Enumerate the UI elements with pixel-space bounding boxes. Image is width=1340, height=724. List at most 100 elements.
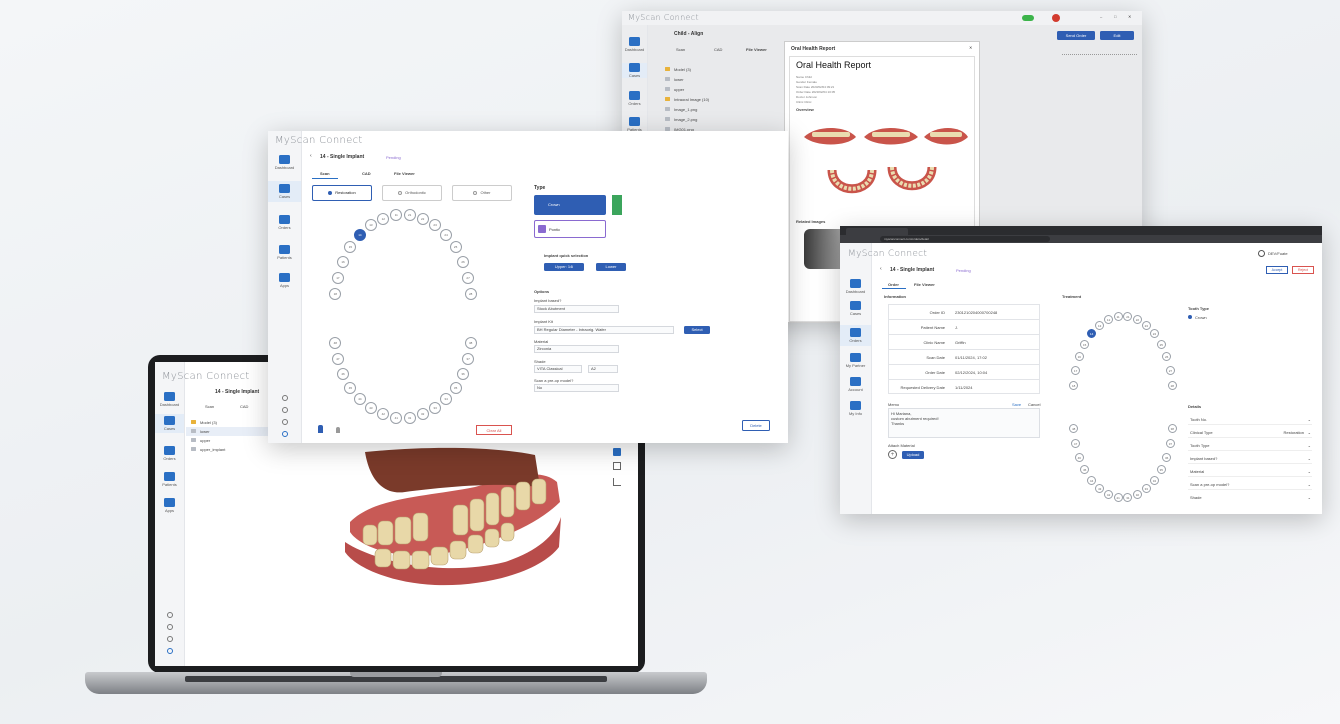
tree-item[interactable]: Image_2.png	[660, 115, 780, 124]
tooth-28[interactable]: 28	[464, 288, 477, 301]
detail-row[interactable]: Scan a pre-op model? ⌄	[1188, 477, 1312, 490]
tooth-34[interactable]: 34	[440, 393, 453, 406]
nav-cases[interactable]: Cases	[840, 301, 871, 316]
tooth-46[interactable]: 46	[1074, 452, 1084, 462]
memo-save[interactable]: Save	[1012, 402, 1021, 407]
reject-button[interactable]: Reject	[1292, 266, 1314, 274]
help-icon[interactable]	[167, 636, 173, 642]
nav-my-info[interactable]: My Info	[840, 401, 871, 416]
nav-orders[interactable]: Orders	[840, 325, 871, 346]
tooth-22[interactable]: 22	[1132, 315, 1142, 325]
nav-orders[interactable]: Orders	[155, 446, 184, 461]
tooth-36[interactable]: 36	[457, 368, 469, 381]
tooth-23[interactable]: 23	[1141, 321, 1151, 330]
detail-row[interactable]: Shade ⌄	[1188, 490, 1312, 503]
case-type-orthodontic[interactable]: Orthodontic	[382, 185, 442, 201]
measure-icon[interactable]	[613, 478, 621, 486]
nav-orders[interactable]: Orders	[622, 91, 647, 106]
sync-icon[interactable]	[167, 624, 173, 630]
implant-lower-button[interactable]: Lower	[596, 263, 626, 271]
nav-my-partner[interactable]: My Partner	[840, 353, 871, 368]
tooth-45[interactable]: 45	[344, 381, 357, 394]
tree-item[interactable]: upper_implant	[186, 445, 276, 454]
tooth-15[interactable]: 15	[344, 241, 357, 254]
fullscreen-icon[interactable]	[613, 462, 621, 470]
accept-button[interactable]: Accept	[1266, 266, 1288, 274]
tooth-17[interactable]: 17	[331, 271, 344, 284]
tab-file-viewer[interactable]: File Viewer	[914, 282, 935, 287]
shade-system-select[interactable]: VITA Classical	[534, 365, 582, 373]
nav-cases[interactable]: Cases	[155, 414, 184, 433]
back-arrow-icon[interactable]: ‹	[310, 153, 312, 159]
memo-textarea[interactable]: Hi Mariana, custom abutment required! Th…	[888, 408, 1040, 438]
tooth-16[interactable]: 16	[1074, 352, 1084, 362]
minimize-icon[interactable]: –	[1100, 14, 1102, 19]
tooth-42[interactable]: 42	[1104, 489, 1114, 499]
person-icon[interactable]	[318, 425, 323, 433]
tooth-32[interactable]: 32	[416, 408, 429, 421]
tooth-22[interactable]: 22	[416, 212, 429, 225]
tree-item[interactable]: lower	[186, 427, 276, 436]
tree-item[interactable]: lower	[660, 75, 780, 84]
tooth-32[interactable]: 32	[1132, 489, 1142, 499]
add-attachment-icon[interactable]: +	[888, 450, 897, 459]
detail-row[interactable]: Material ⌄	[1188, 464, 1312, 477]
tooth-34[interactable]: 34	[1149, 475, 1159, 485]
browser-tab[interactable]	[846, 228, 908, 235]
tooth-48[interactable]: 48	[329, 337, 342, 350]
nav-cases[interactable]: Cases	[622, 63, 647, 78]
sync-icon[interactable]	[282, 407, 288, 413]
tooth-11[interactable]: 11	[390, 209, 403, 222]
tooth-16[interactable]: 16	[337, 255, 349, 268]
tooth-47[interactable]: 47	[331, 353, 344, 366]
material-select[interactable]: Zirconia	[534, 345, 619, 353]
tooth-31[interactable]: 31	[1123, 492, 1133, 502]
tooth-41[interactable]: 41	[390, 411, 403, 424]
select-button[interactable]: Select	[684, 326, 710, 334]
tooth-12[interactable]: 12	[1104, 315, 1114, 325]
tooth-38[interactable]: 38	[464, 337, 477, 350]
tooth-13[interactable]: 13	[364, 219, 377, 232]
case-type-other[interactable]: Other	[452, 185, 512, 201]
tooth-25[interactable]: 25	[449, 241, 462, 254]
implant-based-select[interactable]: Stock Abutment	[534, 305, 619, 313]
tooth-17[interactable]: 17	[1071, 365, 1081, 375]
tooth-25[interactable]: 25	[1156, 339, 1166, 349]
detail-row[interactable]: Clinical Type Restoration ⌄	[1188, 425, 1312, 438]
tab-file-viewer[interactable]: File Viewer	[746, 47, 767, 52]
user-avatar[interactable]	[1258, 250, 1265, 257]
nav-dashboard[interactable]: Dashboard	[840, 279, 871, 294]
tooth-44[interactable]: 44	[1087, 475, 1097, 485]
tooth-43[interactable]: 43	[364, 402, 377, 415]
tab-cad[interactable]: CAD	[714, 47, 722, 52]
tooth-33[interactable]: 33	[1141, 484, 1151, 493]
tooth-43[interactable]: 43	[1095, 484, 1105, 493]
tooth-46[interactable]: 46	[337, 368, 349, 381]
tab-scan[interactable]: Scan	[205, 404, 214, 409]
tooth-14[interactable]: 14	[1087, 329, 1097, 339]
nav-dashboard[interactable]: Dashboard	[155, 392, 184, 407]
tooth-21[interactable]: 21	[403, 209, 416, 222]
pre-op-model-select[interactable]: No	[534, 384, 619, 392]
nav-dashboard[interactable]: Dashboard	[268, 155, 301, 170]
tooth-12[interactable]: 12	[377, 212, 390, 225]
tooth-31[interactable]: 31	[403, 411, 416, 424]
tooth-35[interactable]: 35	[449, 381, 462, 394]
tooth-26[interactable]: 26	[457, 255, 469, 268]
delete-button[interactable]: Delete	[742, 420, 770, 431]
help-icon[interactable]	[282, 419, 288, 425]
tooth-15[interactable]: 15	[1080, 339, 1090, 349]
info-icon[interactable]	[167, 648, 173, 654]
toggle-switch[interactable]	[1022, 15, 1034, 21]
settings-icon[interactable]	[282, 395, 288, 401]
send-order-button[interactable]: Send Order	[1057, 31, 1095, 40]
tooth-36[interactable]: 36	[1162, 452, 1172, 462]
back-arrow-icon[interactable]: ‹	[880, 266, 882, 272]
tree-item[interactable]: Model (3)	[186, 418, 276, 427]
tooth-48[interactable]: 48	[1069, 424, 1079, 434]
tooth-24[interactable]: 24	[440, 229, 453, 241]
user-name[interactable]: DEV/Fuate	[1268, 251, 1288, 256]
view-cube-icon[interactable]	[613, 448, 621, 456]
person-child-icon[interactable]	[336, 427, 340, 433]
implant-upper-button[interactable]: Upper: 14i	[544, 263, 584, 271]
